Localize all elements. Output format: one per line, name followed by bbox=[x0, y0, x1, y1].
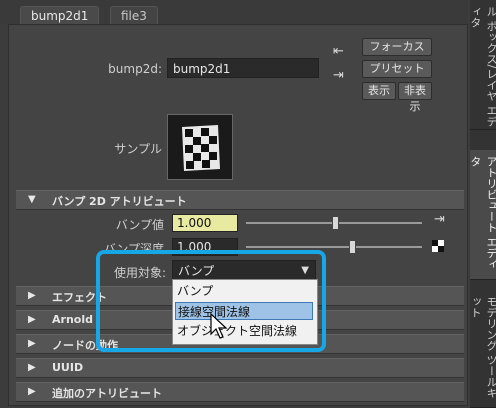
expand-triangle-icon: ▶ bbox=[28, 314, 36, 325]
show-button[interactable]: 表示 bbox=[362, 82, 396, 100]
input-connection-icon[interactable]: ⇤ bbox=[333, 44, 344, 59]
bump-value-label: バンプ値 bbox=[115, 218, 164, 232]
sample-swatch bbox=[167, 114, 233, 180]
expand-triangle-icon: ▶ bbox=[28, 362, 36, 373]
section-arnold-label: Arnold bbox=[52, 313, 93, 326]
output-connection-icon[interactable]: ⇥ bbox=[333, 68, 344, 83]
bump-depth-slider-knob[interactable] bbox=[349, 240, 356, 254]
side-tab-attribute-editor[interactable]: アトリビュート エディタ bbox=[469, 150, 496, 280]
checker-map-icon[interactable] bbox=[432, 240, 444, 252]
tab-file3[interactable]: file3 bbox=[110, 6, 158, 25]
collapse-triangle-icon: ▼ bbox=[28, 194, 36, 205]
tab-bump2d1[interactable]: bump2d1 bbox=[20, 6, 100, 25]
bump-depth-slider[interactable] bbox=[246, 246, 422, 248]
hide-button[interactable]: 非表示 bbox=[398, 82, 432, 113]
expand-triangle-icon: ▶ bbox=[28, 290, 36, 301]
section-bump2d-label: バンプ 2D アトリビュート bbox=[52, 195, 187, 208]
node-name-field[interactable]: bump2d1 bbox=[167, 58, 319, 78]
presets-button[interactable]: プリセット bbox=[362, 60, 432, 78]
mouse-pointer-icon bbox=[210, 312, 228, 339]
section-uuid[interactable]: ▶ UUID bbox=[16, 358, 464, 378]
node-type-label: bump2d: bbox=[108, 62, 162, 76]
expand-triangle-icon: ▶ bbox=[28, 386, 36, 397]
checker-preview-icon bbox=[182, 125, 220, 171]
section-uuid-label: UUID bbox=[52, 361, 84, 374]
section-extra-attributes[interactable]: ▶ 追加のアトリビュート bbox=[16, 382, 464, 402]
section-bump2d[interactable]: ▼ バンプ 2D アトリビュート bbox=[16, 190, 464, 210]
expand-triangle-icon: ▶ bbox=[28, 338, 36, 349]
bump-value-slider-knob[interactable] bbox=[332, 216, 339, 230]
side-tab-modeling-toolkit[interactable]: モデリング ツールキット bbox=[469, 290, 496, 408]
focus-button[interactable]: フォーカス bbox=[362, 38, 432, 56]
sample-label: サンプル bbox=[114, 142, 162, 156]
side-tab-channel-box[interactable]: ル ボックス/レイヤ エディタ bbox=[469, 0, 496, 130]
section-extra-attributes-label: 追加のアトリビュート bbox=[52, 387, 162, 400]
map-connection-icon[interactable]: ⇥ bbox=[434, 212, 445, 227]
bump-value-field[interactable]: 1.000 bbox=[172, 214, 238, 232]
